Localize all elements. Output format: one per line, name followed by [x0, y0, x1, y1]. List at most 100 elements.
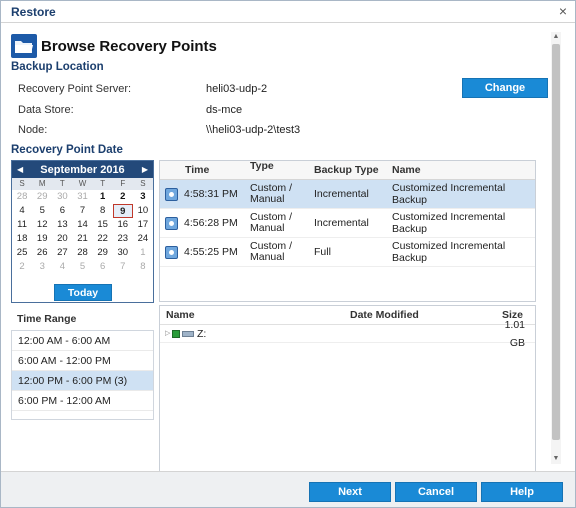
calendar-day[interactable]: 1 — [93, 190, 113, 204]
calendar-day[interactable]: 28 — [72, 246, 92, 260]
prev-month-icon[interactable]: ◀ — [17, 165, 23, 174]
recovery-points-header: Time Type Backup Type Name — [160, 161, 535, 180]
recovery-point-date-title: Recovery Point Date — [11, 144, 123, 156]
file-size: 1.01 GB — [504, 318, 525, 349]
drive-icon — [182, 330, 194, 337]
next-month-icon[interactable]: ▶ — [142, 165, 148, 174]
calendar: ◀ September 2016 ▶ S M T W T F S 28 29 30 3… — [11, 160, 154, 303]
time-range-item[interactable]: 6:00 AM - 12:00 PM — [12, 351, 153, 371]
expand-arrow-icon[interactable]: ▷ — [160, 325, 172, 343]
calendar-day[interactable]: 15 — [93, 218, 113, 232]
calendar-days: 28 29 30 31 1 2 3 4 5 6 7 8 9 10 11 12 13 14 15 16 17 18 19 20 2… — [12, 190, 153, 274]
cancel-button[interactable]: Cancel — [395, 482, 477, 502]
rp-name: Customized Incremental Backup — [392, 240, 506, 264]
table-row[interactable]: ▷ Z: 1.01 GB — [160, 319, 535, 349]
calendar-day[interactable]: 1 — [133, 246, 153, 260]
time-range-item[interactable]: 6:00 PM - 12:00 AM — [12, 391, 153, 411]
calendar-day[interactable]: 14 — [72, 218, 92, 232]
dow-label: T — [59, 179, 65, 188]
dow-label: F — [120, 179, 126, 188]
close-icon[interactable]: × — [559, 3, 567, 19]
calendar-day[interactable]: 5 — [72, 260, 92, 274]
dow-label: S — [140, 179, 146, 188]
calendar-day[interactable]: 2 — [113, 190, 133, 204]
calendar-day[interactable]: 8 — [93, 204, 113, 218]
calendar-day[interactable]: 31 — [72, 190, 92, 204]
recovery-point-icon — [165, 245, 178, 259]
files-header: Name Date Modified Size — [160, 306, 535, 325]
calendar-day[interactable]: 5 — [32, 204, 52, 218]
time-range-title: Time Range — [17, 313, 77, 325]
recovery-points-table: Time Type Backup Type Name 4:58:31 PM Cu… — [159, 160, 536, 302]
calendar-day[interactable]: 25 — [12, 246, 32, 260]
rp-backup-type: Incremental — [314, 188, 369, 200]
calendar-day[interactable]: 9 — [112, 204, 133, 218]
datastore-value: ds-mce — [206, 104, 243, 116]
calendar-day[interactable]: 11 — [12, 218, 32, 232]
calendar-day[interactable]: 7 — [72, 204, 92, 218]
rp-name: Customized Incremental Backup — [392, 182, 506, 206]
recovery-point-icon — [165, 216, 178, 230]
rp-backup-type: Full — [314, 246, 331, 258]
calendar-day[interactable]: 13 — [52, 218, 72, 232]
col-file-name[interactable]: Name — [160, 306, 350, 324]
checkbox[interactable] — [172, 329, 180, 338]
calendar-day[interactable]: 4 — [12, 204, 32, 218]
calendar-day[interactable]: 16 — [113, 218, 133, 232]
rp-time: 4:55:25 PM — [184, 246, 238, 258]
time-range-item[interactable]: 12:00 AM - 6:00 AM — [12, 331, 153, 351]
node-value: \\heli03-udp-2\test3 — [206, 124, 301, 136]
col-name[interactable]: Name — [392, 161, 535, 179]
today-button[interactable]: Today — [54, 284, 112, 301]
rps-label: Recovery Point Server: — [18, 83, 132, 95]
col-time[interactable]: Time — [160, 161, 250, 179]
col-type[interactable]: Type — [250, 161, 313, 179]
vertical-scrollbar[interactable]: ▲ ▼ — [551, 32, 561, 464]
title-bar: Restore × — [1, 1, 575, 23]
scroll-thumb[interactable] — [552, 44, 560, 440]
calendar-day[interactable]: 26 — [32, 246, 52, 260]
next-button[interactable]: Next — [309, 482, 391, 502]
calendar-day[interactable]: 21 — [72, 232, 92, 246]
scroll-up-icon[interactable]: ▲ — [551, 32, 561, 42]
table-row[interactable]: 4:56:28 PM Custom / Manual Incremental Cu… — [160, 209, 535, 238]
col-date-modified[interactable]: Date Modified — [350, 306, 480, 324]
calendar-day[interactable]: 2 — [12, 260, 32, 274]
col-backup-type[interactable]: Backup Type — [313, 161, 392, 179]
calendar-day[interactable]: 6 — [52, 204, 72, 218]
calendar-day[interactable]: 12 — [32, 218, 52, 232]
help-button[interactable]: Help — [481, 482, 563, 502]
calendar-day[interactable]: 8 — [133, 260, 153, 274]
scroll-down-icon[interactable]: ▼ — [551, 454, 561, 464]
calendar-day[interactable]: 27 — [52, 246, 72, 260]
rp-backup-type: Incremental — [314, 217, 369, 229]
calendar-day[interactable]: 30 — [113, 246, 133, 260]
calendar-day[interactable]: 20 — [52, 232, 72, 246]
dow-label: M — [38, 179, 46, 188]
calendar-day[interactable]: 24 — [133, 232, 153, 246]
calendar-day[interactable]: 22 — [93, 232, 113, 246]
dow-label: S — [19, 179, 25, 188]
calendar-day[interactable]: 29 — [93, 246, 113, 260]
calendar-day[interactable]: 29 — [32, 190, 52, 204]
calendar-day[interactable]: 4 — [52, 260, 72, 274]
time-range-item[interactable]: 12:00 PM - 6:00 PM (3) — [12, 371, 153, 391]
rps-value: heli03-udp-2 — [206, 83, 268, 95]
calendar-day[interactable]: 10 — [133, 204, 153, 218]
node-label: Node: — [18, 124, 48, 136]
calendar-day[interactable]: 17 — [133, 218, 153, 232]
calendar-day[interactable]: 6 — [93, 260, 113, 274]
calendar-day[interactable]: 30 — [52, 190, 72, 204]
calendar-day[interactable]: 7 — [113, 260, 133, 274]
calendar-day[interactable]: 18 — [12, 232, 32, 246]
calendar-day[interactable]: 23 — [113, 232, 133, 246]
calendar-day[interactable]: 3 — [133, 190, 153, 204]
calendar-day[interactable]: 19 — [32, 232, 52, 246]
table-row[interactable]: 4:55:25 PM Custom / Manual Full Customize… — [160, 238, 535, 267]
change-button[interactable]: Change — [462, 78, 548, 98]
page-title: Browse Recovery Points — [41, 37, 217, 55]
dow-label: W — [78, 179, 87, 188]
table-row[interactable]: 4:58:31 PM Custom / Manual Incremental Cu… — [160, 180, 535, 209]
calendar-day[interactable]: 28 — [12, 190, 32, 204]
calendar-day[interactable]: 3 — [32, 260, 52, 274]
